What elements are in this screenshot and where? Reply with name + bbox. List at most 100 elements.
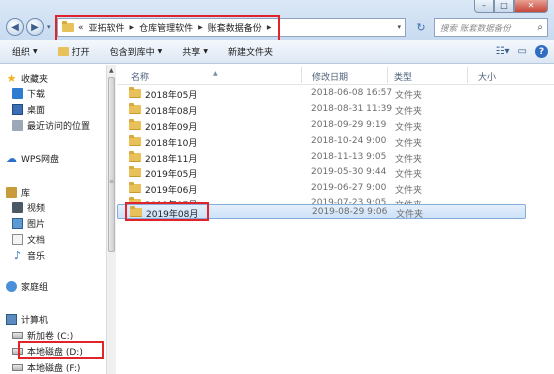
refresh-button[interactable]: ↻	[411, 18, 431, 37]
search-icon[interactable]: ⌕	[537, 22, 543, 33]
chevron-down-icon: ▼	[157, 48, 163, 55]
include-in-library-menu[interactable]: 包含到库中 ▼	[110, 45, 163, 58]
table-row[interactable]: 2019年05月 2019-05-30 9:44 文件夹	[117, 165, 526, 180]
share-menu[interactable]: 共享 ▼	[182, 45, 208, 58]
table-row[interactable]: 2018年09月 2018-09-29 9:19 文件夹	[117, 118, 526, 133]
file-type: 文件夹	[395, 107, 423, 117]
address-dropdown-icon[interactable]: ▾	[397, 23, 401, 31]
column-header: ▲ 名称 修改日期 类型 大小	[117, 65, 554, 85]
file-name: 2019年06月	[145, 186, 198, 196]
title-bar: – □ ✕ ◀ ▶ ▾ « 亚拓软件 ▶ 仓库管理软件 ▶ 账套数据备份 ▶ ▾…	[0, 0, 554, 40]
address-bar[interactable]: « 亚拓软件 ▶ 仓库管理软件 ▶ 账套数据备份 ▶ ▾	[57, 18, 406, 37]
recent-pages-dropdown[interactable]: ▾	[47, 23, 51, 31]
open-folder-icon	[57, 47, 69, 56]
file-name: 2019年05月	[145, 170, 198, 180]
column-divider[interactable]	[467, 67, 468, 83]
table-row[interactable]: 2018年10月 2018-10-24 9:00 文件夹	[117, 134, 526, 149]
breadcrumb-item[interactable]: 账套数据备份	[208, 21, 262, 34]
file-type: 文件夹	[395, 91, 423, 101]
table-row[interactable]: 2019年06月 2019-06-27 9:00 文件夹	[117, 181, 526, 196]
column-type[interactable]: 类型	[394, 70, 412, 83]
sidebar-item-favorites[interactable]: ★ 收藏夹	[6, 72, 48, 85]
minimize-button[interactable]: –	[474, 0, 494, 13]
computer-icon	[6, 314, 17, 325]
file-name: 2018年08月	[145, 107, 198, 117]
chevron-down-icon: ▼	[203, 48, 208, 55]
file-name: 2018年11月	[145, 155, 198, 165]
file-date: 2019-06-27 9:00	[311, 183, 387, 193]
organize-label: 组织	[12, 48, 31, 58]
file-type: 文件夹	[396, 210, 424, 220]
table-row-selected[interactable]: 2019年08月 2019-08-29 9:06 文件夹	[117, 204, 526, 220]
sidebar-item-pictures[interactable]: 图片	[12, 217, 45, 230]
breadcrumb-item[interactable]: 仓库管理软件	[139, 21, 193, 34]
help-icon[interactable]: ?	[535, 45, 548, 58]
sidebar-item-documents[interactable]: 文档	[12, 233, 45, 246]
preview-pane-icon[interactable]: ▭	[518, 46, 527, 57]
forward-button[interactable]: ▶	[26, 18, 44, 36]
folder-icon	[62, 21, 74, 32]
sidebar-item-label: 收藏夹	[21, 75, 49, 85]
breadcrumb-overflow[interactable]: «	[78, 23, 84, 33]
sidebar-item-wps[interactable]: ☁ WPS网盘	[6, 152, 59, 165]
desktop-icon	[12, 104, 23, 115]
command-bar: 组织 ▼ 打开 包含到库中 ▼ 共享 ▼ 新建文件夹 ☷▾ ▭ ?	[0, 40, 554, 64]
sidebar-item-drive-f[interactable]: 本地磁盘 (F:)	[12, 361, 80, 374]
file-name: 2018年09月	[145, 123, 198, 133]
folder-icon	[129, 119, 141, 130]
sidebar-item-label: WPS网盘	[21, 155, 60, 165]
back-button[interactable]: ◀	[6, 18, 24, 36]
sidebar-item-label: 音乐	[27, 252, 46, 262]
breadcrumb-item[interactable]: 亚拓软件	[89, 21, 125, 34]
column-divider[interactable]	[387, 67, 388, 83]
sidebar-item-recent[interactable]: 最近访问的位置	[12, 119, 90, 132]
close-button[interactable]: ✕	[514, 0, 548, 13]
folder-icon	[129, 87, 141, 98]
column-date[interactable]: 修改日期	[312, 70, 348, 83]
chevron-down-icon: ▼	[33, 48, 38, 55]
search-placeholder: 搜索 账套数据备份	[440, 23, 511, 34]
organize-menu[interactable]: 组织 ▼	[12, 45, 38, 58]
breadcrumb-separator-icon[interactable]: ▶	[198, 24, 203, 31]
sidebar-item-libraries[interactable]: 库	[6, 186, 30, 199]
sidebar-item-label: 图片	[27, 220, 46, 230]
sidebar-item-computer[interactable]: 计算机	[6, 313, 48, 326]
forward-arrow-icon: ▶	[31, 21, 39, 33]
view-options-icon[interactable]: ☷▾	[496, 46, 510, 57]
table-row[interactable]: 2018年08月 2018-08-31 11:39 文件夹	[117, 102, 526, 117]
maximize-button[interactable]: □	[494, 0, 514, 13]
hard-drive-icon	[12, 348, 23, 355]
sidebar-item-downloads[interactable]: 下载	[12, 87, 45, 100]
open-button[interactable]: 打开	[57, 45, 90, 58]
sidebar-item-desktop[interactable]: 桌面	[12, 103, 45, 116]
scroll-grip-icon: ≡	[109, 178, 115, 185]
folder-icon	[129, 182, 141, 193]
column-divider[interactable]	[301, 67, 302, 83]
sidebar-item-label: 视频	[27, 204, 46, 214]
breadcrumb-separator-icon[interactable]: ▶	[267, 24, 272, 31]
scrollbar-thumb[interactable]	[108, 77, 115, 252]
sidebar-item-video[interactable]: 视频	[12, 201, 45, 214]
column-size[interactable]: 大小	[478, 70, 496, 83]
scroll-up-icon[interactable]: ▲	[109, 67, 114, 74]
sidebar-item-label: 桌面	[27, 106, 46, 116]
sidebar-item-drive-c[interactable]: 新加卷 (C:)	[12, 329, 73, 342]
open-label: 打开	[71, 48, 90, 58]
new-folder-button[interactable]: 新建文件夹	[228, 45, 273, 58]
navigation-scrollbar[interactable]: ▲ ≡	[106, 65, 116, 374]
sidebar-item-drive-d[interactable]: 本地磁盘 (D:)	[12, 345, 83, 358]
sidebar-item-music[interactable]: ♪ 音乐	[12, 249, 45, 262]
breadcrumb-separator-icon[interactable]: ▶	[130, 24, 135, 31]
table-row[interactable]: 2018年05月 2018-06-08 16:57 文件夹	[117, 86, 526, 101]
column-name[interactable]: 名称	[131, 70, 149, 83]
file-type: 文件夹	[395, 155, 423, 165]
sidebar-item-label: 新加卷 (C:)	[27, 332, 74, 342]
cloud-icon: ☁	[6, 152, 17, 165]
table-row[interactable]: 2018年11月 2018-11-13 9:05 文件夹	[117, 150, 526, 165]
folder-icon	[129, 103, 141, 114]
search-input[interactable]: 搜索 账套数据备份 ⌕	[434, 18, 548, 37]
document-icon	[12, 234, 23, 245]
picture-icon	[12, 218, 23, 229]
sidebar-item-homegroup[interactable]: 家庭组	[6, 280, 48, 293]
file-date: 2018-08-31 11:39	[311, 104, 393, 114]
